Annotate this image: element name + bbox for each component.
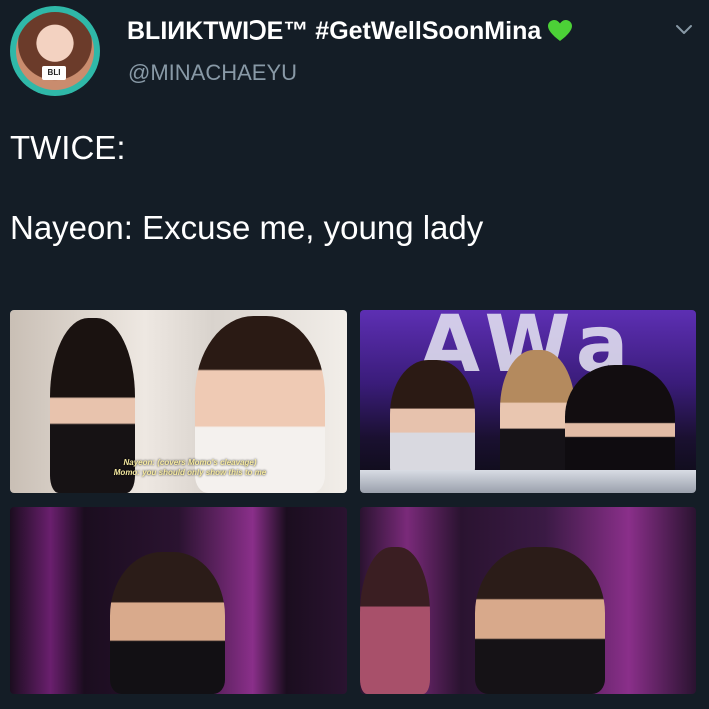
tweet-text-line: Nayeon: Excuse me, young lady — [10, 209, 484, 246]
media-grid: Nayeon: (covers Momo's cleavage) Momo: y… — [0, 300, 709, 709]
person-figure — [475, 547, 605, 694]
display-name[interactable]: BLIИKTWIↃE™ #GetWellSoonMina — [127, 16, 573, 46]
desk — [360, 470, 696, 493]
green-heart-icon — [547, 19, 573, 43]
person-figure — [110, 552, 225, 694]
media-image-2[interactable]: AWa — [360, 310, 696, 493]
media-image-3[interactable] — [10, 507, 347, 694]
subtitle-line: Nayeon: (covers Momo's cleavage) — [123, 458, 257, 467]
tweet-text-line: TWICE: — [10, 129, 126, 166]
tweet-text: TWICE: Nayeon: Excuse me, young lady — [10, 128, 700, 248]
person-figure — [500, 350, 575, 480]
user-handle[interactable]: @MINACHAEYU — [128, 60, 297, 86]
subtitle-line: Momo: you should only show this to me — [113, 468, 267, 477]
person-figure — [390, 360, 475, 480]
media-image-1[interactable]: Nayeon: (covers Momo's cleavage) Momo: y… — [10, 310, 347, 493]
person-figure — [565, 365, 675, 480]
chevron-down-icon[interactable] — [672, 20, 696, 40]
avatar-badge: BLI — [42, 66, 66, 80]
tweet-header: BLI BLIИKTWIↃE™ #GetWellSoonMina @MINACH… — [0, 0, 709, 110]
display-name-text: BLIИKTWIↃE™ #GetWellSoonMina — [127, 17, 542, 45]
avatar[interactable]: BLI — [10, 6, 100, 96]
media-image-4[interactable] — [360, 507, 696, 694]
person-figure — [360, 547, 430, 694]
tweet-text-line — [10, 168, 700, 208]
